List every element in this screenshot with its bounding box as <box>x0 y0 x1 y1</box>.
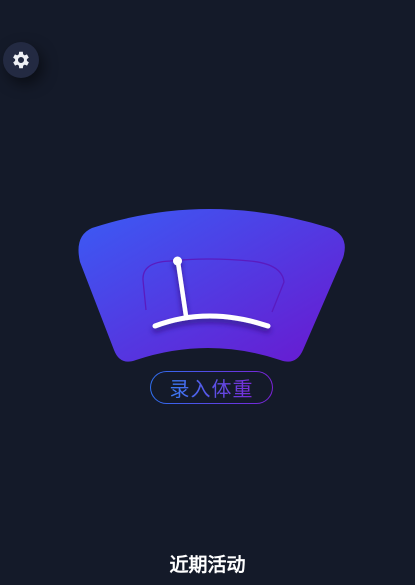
windshield-shape <box>78 209 345 362</box>
record-weight-label: 录入体重 <box>170 373 254 402</box>
recent-activity-title: 近期活动 <box>169 554 246 576</box>
wiper-windshield-icon <box>78 209 345 362</box>
record-weight-button[interactable]: 录入体重 <box>150 371 273 404</box>
